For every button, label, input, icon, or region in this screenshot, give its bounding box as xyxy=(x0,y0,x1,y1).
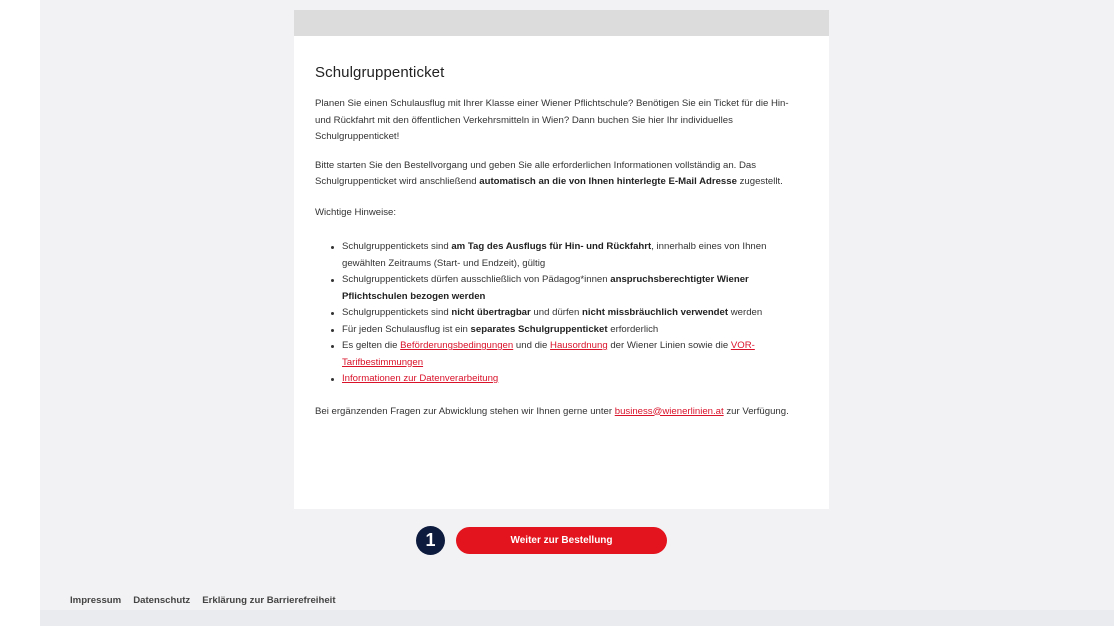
hints-heading: Wichtige Hinweise: xyxy=(315,206,397,218)
contact-email-link[interactable]: business@wienerlinien.at xyxy=(615,406,724,417)
footer-link-datenschutz[interactable]: Datenschutz xyxy=(133,595,190,606)
house-rules-link[interactable]: Hausordnung xyxy=(550,340,608,351)
footer-link-accessibility[interactable]: Erklärung zur Barrierefreiheit xyxy=(202,595,335,606)
list-item: Informationen zur Datenverarbeitung xyxy=(330,371,807,388)
continue-to-order-button[interactable]: Weiter zur Bestellung xyxy=(456,527,667,554)
list-item: Es gelten die Beförderungsbedingungen un… xyxy=(330,338,807,371)
data-processing-link[interactable]: Informationen zur Datenverarbeitung xyxy=(342,373,498,384)
contact-text: Bei ergänzenden Fragen zur Abwicklung st… xyxy=(315,405,789,417)
list-item: Schulgruppentickets sind nicht übertragb… xyxy=(330,305,807,322)
page-title: Schulgruppenticket xyxy=(315,64,445,81)
email-delivery-note: automatisch an die von Ihnen hinterlegte… xyxy=(479,176,737,187)
list-item: Schulgruppentickets sind am Tag des Ausf… xyxy=(330,239,807,272)
step-number-badge: 1 xyxy=(416,526,445,555)
order-instructions: Bitte starten Sie den Bestellvorgang und… xyxy=(315,159,783,188)
intro-text: Planen Sie einen Schulausflug mit Ihrer … xyxy=(315,98,789,142)
info-card: Schulgruppenticket Planen Sie einen Schu… xyxy=(294,36,829,509)
hints-list: Schulgruppentickets sind am Tag des Ausf… xyxy=(330,239,807,388)
transport-conditions-link[interactable]: Beförderungsbedingungen xyxy=(400,340,513,351)
footer-link-impressum[interactable]: Impressum xyxy=(70,595,121,606)
list-item: Schulgruppentickets dürfen ausschließlic… xyxy=(330,272,807,305)
footer-links: Impressum Datenschutz Erklärung zur Barr… xyxy=(70,595,336,606)
card-header-bar xyxy=(294,10,829,36)
footer-bottom-band xyxy=(40,610,1114,626)
list-item: Für jeden Schulausflug ist ein separates… xyxy=(330,322,807,339)
